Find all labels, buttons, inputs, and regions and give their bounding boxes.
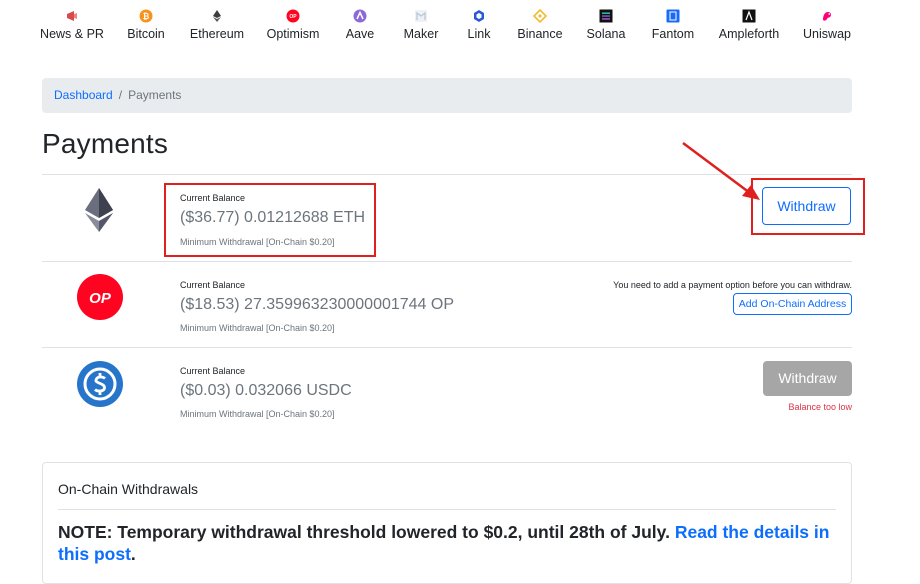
nav-item-uniswap[interactable]: Uniswap [787, 9, 867, 41]
highlight-box-balance [164, 183, 376, 257]
card-title: On-Chain Withdrawals [58, 481, 199, 497]
add-on-chain-address-button[interactable]: Add On-Chain Address [733, 293, 852, 315]
balance-amount-usdc: ($0.03) 0.032066 USDC [180, 382, 352, 399]
optimism-logo-text: OP [89, 290, 112, 307]
bitcoin-icon: ₿ [139, 9, 153, 23]
notice-trailing: . [130, 544, 136, 564]
breadcrumb-dashboard-link[interactable]: Dashboard [54, 88, 113, 102]
breadcrumb-current: Payments [128, 88, 182, 102]
payment-row-op: OP Current Balance ($18.53) 27.359963230… [42, 261, 852, 348]
onchain-withdrawals-card: On-Chain Withdrawals NOTE: Temporary wit… [42, 462, 852, 584]
aave-icon [353, 9, 367, 23]
solana-icon [599, 9, 613, 23]
highlight-box-withdraw [751, 178, 865, 235]
minimum-withdrawal-usdc: Minimum Withdrawal [On-Chain $0.20] [180, 409, 335, 419]
balance-too-low-status: Balance too low [788, 402, 852, 412]
card-divider [58, 509, 836, 510]
svg-text:OP: OP [289, 14, 297, 20]
chainlink-icon [474, 10, 484, 22]
minimum-withdrawal-op: Minimum Withdrawal [On-Chain $0.20] [180, 323, 335, 333]
optimism-logo-icon: OP [77, 274, 123, 320]
top-nav: News & PR ₿ Bitcoin Ethereum OP Optimism… [0, 0, 920, 50]
balance-amount-op: ($18.53) 27.359963230000001744 OP [180, 296, 455, 313]
page-title: Payments [42, 128, 169, 159]
notice-text: NOTE: Temporary withdrawal threshold low… [58, 522, 670, 542]
breadcrumb-separator: / [118, 88, 123, 102]
nav-item-news[interactable]: News & PR [32, 9, 112, 41]
withdraw-button-usdc[interactable]: Withdraw [763, 361, 852, 396]
payment-row-usdc: Current Balance ($0.03) 0.032066 USDC Mi… [42, 347, 852, 438]
ethereum-icon [213, 10, 221, 22]
maker-icon [415, 10, 427, 22]
uniswap-icon [823, 12, 832, 21]
binance-icon [533, 9, 547, 23]
nav-item-bitcoin[interactable]: ₿ Bitcoin [106, 9, 186, 41]
withdrawal-notice: NOTE: Temporary withdrawal threshold low… [58, 521, 838, 565]
usdc-logo-icon [77, 361, 123, 407]
current-balance-label: Current Balance [180, 280, 246, 290]
nav-item-fantom[interactable]: Fantom [633, 9, 713, 41]
ethereum-logo-icon [85, 188, 113, 232]
breadcrumb: Dashboard / Payments [42, 78, 852, 113]
optimism-icon: OP [286, 9, 300, 23]
nav-item-ampleforth[interactable]: Ampleforth [709, 9, 789, 41]
megaphone-icon [67, 11, 77, 21]
current-balance-label: Current Balance [180, 366, 246, 376]
payment-option-message: You need to add a payment option before … [613, 280, 852, 290]
fantom-icon [666, 9, 680, 23]
svg-text:₿: ₿ [143, 12, 150, 21]
nav-item-ethereum[interactable]: Ethereum [177, 9, 257, 41]
annotation-arrow-icon [682, 141, 760, 200]
ampleforth-icon [742, 9, 756, 23]
